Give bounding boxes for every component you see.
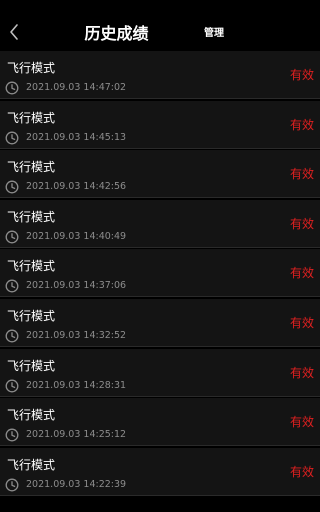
record-time: 2021.09.03 14:28:31 bbox=[26, 379, 127, 391]
record-row[interactable]: 飞行模式 2021.09.03 14:22:39 有效 bbox=[0, 447, 320, 496]
record-name: 飞行模式 bbox=[7, 259, 56, 274]
record-row[interactable]: 飞行模式 2021.09.03 14:25:12 有效 bbox=[0, 398, 320, 447]
record-name: 飞行模式 bbox=[7, 110, 56, 125]
record-row[interactable]: 飞行模式 2021.09.03 14:42:56 有效 bbox=[0, 150, 320, 199]
status-label: 有效 bbox=[289, 117, 314, 132]
status-label: 有效 bbox=[289, 464, 314, 479]
record-time: 2021.09.03 14:45:13 bbox=[26, 131, 127, 143]
clock-icon bbox=[5, 329, 19, 343]
record-time: 2021.09.03 14:40:49 bbox=[26, 230, 127, 242]
page-title: 历史成绩 bbox=[84, 24, 149, 43]
status-label: 有效 bbox=[289, 415, 314, 430]
record-row[interactable]: 飞行模式 2021.09.03 14:40:49 有效 bbox=[0, 199, 320, 248]
status-label: 有效 bbox=[289, 365, 314, 380]
record-name: 飞行模式 bbox=[7, 358, 56, 373]
record-time: 2021.09.03 14:47:02 bbox=[26, 82, 127, 93]
status-label: 有效 bbox=[289, 266, 314, 281]
record-row[interactable]: 飞行模式 2021.09.03 14:28:31 有效 bbox=[0, 348, 320, 397]
manage-button[interactable]: 管理 bbox=[204, 27, 224, 41]
record-name: 飞行模式 bbox=[7, 160, 56, 175]
clock-icon bbox=[5, 230, 19, 244]
status-label: 有效 bbox=[289, 315, 314, 330]
top-bar: 历史成绩 管理 bbox=[0, 0, 233, 50]
record-time: 2021.09.03 14:25:12 bbox=[26, 429, 127, 441]
clock-icon bbox=[5, 131, 19, 145]
record-row[interactable]: 飞行模式 2021.09.03 14:47:02 有效 bbox=[0, 51, 320, 99]
record-row[interactable]: 飞行模式 2021.09.03 14:32:52 有效 bbox=[0, 298, 320, 347]
status-label: 有效 bbox=[289, 216, 314, 231]
record-time: 2021.09.03 14:42:56 bbox=[26, 181, 127, 193]
record-name: 飞行模式 bbox=[7, 308, 56, 323]
clock-icon bbox=[5, 379, 19, 393]
status-label: 有效 bbox=[289, 68, 314, 82]
clock-icon bbox=[5, 180, 19, 194]
record-name: 飞行模式 bbox=[7, 408, 56, 423]
clock-icon bbox=[5, 428, 19, 442]
clock-icon bbox=[5, 81, 19, 95]
record-row[interactable]: 飞行模式 2021.09.03 14:37:06 有效 bbox=[0, 249, 320, 298]
record-row[interactable]: 飞行模式 2021.09.03 14:45:13 有效 bbox=[0, 100, 320, 149]
record-time: 2021.09.03 14:22:39 bbox=[26, 478, 127, 490]
record-name: 飞行模式 bbox=[7, 457, 56, 472]
record-list: 飞行模式 2021.09.03 14:47:02 有效 飞行模式 2021.09… bbox=[0, 51, 320, 497]
record-name: 飞行模式 bbox=[7, 61, 56, 75]
record-time: 2021.09.03 14:37:06 bbox=[26, 280, 127, 292]
clock-icon bbox=[5, 478, 19, 492]
record-name: 飞行模式 bbox=[7, 209, 56, 224]
clock-icon bbox=[5, 279, 19, 293]
record-time: 2021.09.03 14:32:52 bbox=[26, 329, 127, 341]
status-label: 有效 bbox=[289, 167, 314, 182]
